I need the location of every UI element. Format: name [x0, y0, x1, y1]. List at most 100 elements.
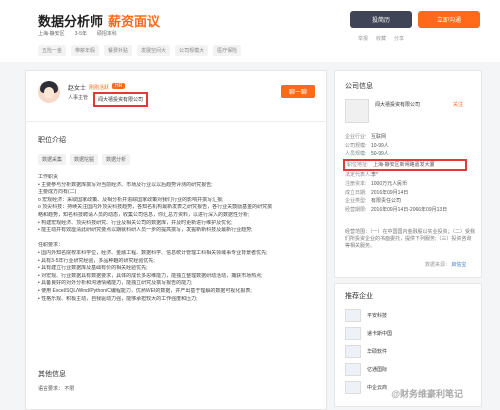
job-location: 上海-静安区 — [38, 31, 65, 37]
fact-value: 上海-静安区新闸路嘉发大厦 — [373, 161, 435, 168]
fact-key: 法定代表人: — [345, 172, 372, 179]
desc-line: o 宏观经济：采取国家政策、及相分析并追踪国家政策对我们行业的影响并撰写汇报; — [38, 196, 224, 203]
company-scope: 经营范围：（一）在中国国内金融股以实业投资；（二）受我们所投资企业的书面委托，提… — [345, 229, 476, 249]
favorite-link[interactable]: 收藏 — [376, 35, 386, 42]
company-fact-row: 法定代表人:李* — [345, 171, 467, 180]
data-source: 数据来源： 启信宝 — [425, 261, 466, 268]
desc-line: • 性格乐观、积极主动，自我驱动力强，能够承担较大的工作强度和压力; — [38, 295, 198, 302]
fact-value: 互联网 — [371, 134, 387, 140]
company-fact-row: 企业类型: 有限责任公司 — [345, 197, 467, 206]
source-label: 数据来源： — [425, 262, 451, 268]
recruiter-role: 人事主管 — [68, 95, 89, 101]
benefit-tag: 医疗保险 — [213, 45, 242, 56]
job-header: 数据分析师 薪资面议 上海-静安区 3-5年 硕招本科 五险一金 带薪年假 餐费… — [0, 0, 500, 62]
watermark: @财务维豪利笔记 — [391, 389, 463, 399]
company-logo[interactable] — [345, 99, 369, 123]
job-education: 硕招本科 — [96, 31, 117, 37]
recommend-item[interactable]: 华硕软件 — [345, 342, 392, 360]
desc-line: 工作职责 — [38, 174, 59, 180]
fact-key: 职位地址: — [347, 161, 369, 168]
desc-line: • 使用 Excel/SQL/Wind/Python/C编程能力，优熟WEI的数… — [38, 287, 252, 294]
company-info-title: 公司信息 — [345, 83, 373, 90]
benefit-tag: 公司规模大 — [175, 45, 209, 56]
recommend-name: 中企云商 — [367, 384, 388, 391]
desc-line: • 主要参与分析数据库撰写对当前经济、市场及行业以以后趋势评测的研究报告; — [38, 181, 213, 188]
recommend-name: 平安科技 — [367, 312, 388, 319]
fact-value: 50-99人 — [371, 151, 389, 158]
job-intro-title: 职位介绍 — [38, 137, 66, 144]
desc-line: 主要成方向有(二) — [38, 189, 77, 196]
fact-key: 注册资本: — [345, 180, 367, 187]
fact-value: 2016年09月14日-2066年09月13日 — [371, 206, 448, 213]
job-keywords: 数据采集 数据挖掘 数据分析 — [38, 154, 131, 165]
benefit-tag: 五险一金 — [38, 45, 67, 56]
job-detail-panel: 赵女士 刚刚活跃 HR 人事主管 闻大禧投资有限公司 聊一聊 职位介绍 数据采集… — [25, 70, 328, 410]
fact-value: 10-99人 — [371, 142, 389, 149]
fact-key: 经营期限: — [345, 206, 367, 213]
recruiter-name: 赵女士 — [68, 86, 87, 92]
benefit-tag: 餐费补贴 — [104, 45, 133, 56]
source-brand: 启信宝 — [451, 262, 467, 268]
other-info-title: 其他信息 — [38, 371, 66, 378]
recommend-name: 递卡斯中国 — [367, 330, 393, 337]
desc-line: • 国内外知名院校本科学位，经济、金融工程、数据科学、信息统计管理工科相关领域事… — [38, 249, 268, 256]
header-links: 举报 收藏 分享 — [358, 35, 404, 42]
follow-button[interactable]: 关注 — [453, 101, 463, 108]
recommend-title: 推荐企业 — [345, 293, 373, 300]
recommend-item[interactable]: 递卡斯中国 — [345, 324, 392, 342]
recommend-item[interactable]: 平安科技 — [345, 306, 392, 324]
company-name[interactable]: 闻大禧投资有限公司 — [375, 101, 420, 108]
recruiter-online-status: 刚刚活跃 — [89, 85, 110, 91]
desc-line: • 具备良好的对外分析和沟通情绪能力，能独立研究及撰写报告的能力; — [38, 280, 193, 287]
chat-now-button[interactable]: 立即沟通 — [418, 11, 480, 28]
recommend-item[interactable]: 亿通国际 — [345, 360, 392, 378]
apply-button[interactable]: 投简历 — [350, 11, 412, 28]
chat-button[interactable]: 聊一聊 — [281, 85, 315, 98]
fact-key: 企业类型: — [345, 198, 367, 205]
job-title: 数据分析师 — [38, 14, 104, 29]
share-link[interactable]: 分享 — [394, 35, 404, 42]
desc-line — [38, 235, 320, 243]
company-fact-row: 经营期限: 2016年09月14日-2066年09月13日 — [345, 206, 467, 215]
keyword-tag: 数据分析 — [102, 154, 131, 165]
company-fact-row: 注册资本: 1000万元人民币 — [345, 180, 467, 189]
recommend-item[interactable]: 中企云商 — [345, 378, 392, 396]
company-logo — [345, 326, 361, 340]
divider — [26, 121, 328, 122]
keyword-tag: 数据采集 — [38, 154, 67, 165]
desc-line: • 具有3-5年行业研究经验，多品种趣的研究经验优先; — [38, 257, 155, 264]
language-label: 语言要求： — [38, 386, 64, 392]
desc-line: 任职要求： — [38, 242, 64, 249]
desc-line: • 能主动并有效厘清此研研究要点以期就科研人员一步的提高撰写，发掘新新科技及最新… — [38, 227, 253, 234]
company-fact-row: 公司规模: 10-99人 — [345, 142, 467, 151]
desc-line: 略和趋势，知名科技聘请人员的动态，收集公司信息，你汇总方资料，以进行深入的数据性… — [38, 211, 250, 218]
job-experience: 3-5年 — [74, 31, 87, 37]
recruiter-badge: HR — [112, 83, 126, 89]
company-logo — [345, 308, 361, 322]
benefit-tags: 五险一金 带薪年假 餐费补贴 发展空间大 公司规模大 医疗保险 — [38, 45, 242, 56]
language-value: 不限 — [64, 386, 75, 392]
job-salary: 薪资面议 — [108, 14, 161, 29]
company-logo — [345, 344, 361, 358]
recruiter-avatar — [38, 81, 60, 103]
fact-key: 人员规模: — [345, 151, 367, 158]
desc-line: o 顶尖科技：持续关注国内外顶尖科技趋势，各知名机构最新发表之研究报告，各行业关… — [38, 204, 273, 211]
job-description: 工作职责 • 主要参与分析数据库撰写对当前经济、市场及行业以以后趋势评测的研究报… — [38, 174, 320, 303]
company-fact-row: 成立日期: 2016年09月14日 — [345, 189, 467, 198]
fact-key: 公司规模: — [345, 142, 367, 149]
fact-value: 1000万元人民币 — [371, 180, 408, 187]
job-meta: 上海-静安区 3-5年 硕招本科 — [38, 30, 117, 37]
desc-line: • 具有建立行业数据库及基础有价的相关经验优先; — [38, 265, 148, 272]
company-logo — [345, 380, 361, 394]
desc-line: • 对宏观、行业数据具有数据要求，具体的成长多思维能力，能独立整理数据研动活动，… — [38, 272, 263, 279]
report-link[interactable]: 举报 — [358, 35, 368, 42]
fact-value: 有限责任公司 — [371, 198, 402, 205]
fact-key: 成立日期: — [345, 189, 367, 196]
company-facts: 企业行业: 互联网 公司规模: 10-99人 人员规模: 50-99人 职位地址: 上海… — [343, 133, 467, 215]
recommend-panel: 推荐企业 平安科技 递卡斯中国 华硕软件 亿通国际 中企云商 @财务维豪利笔记 — [334, 283, 482, 407]
keyword-tag: 数据挖掘 — [70, 154, 99, 165]
company-fact-row: 企业行业: 互联网 — [345, 133, 467, 142]
fact-value: 李* — [371, 172, 378, 179]
benefit-tag: 带薪年假 — [71, 45, 100, 56]
company-fact-row: 人员规模: 50-99人 — [345, 150, 467, 159]
